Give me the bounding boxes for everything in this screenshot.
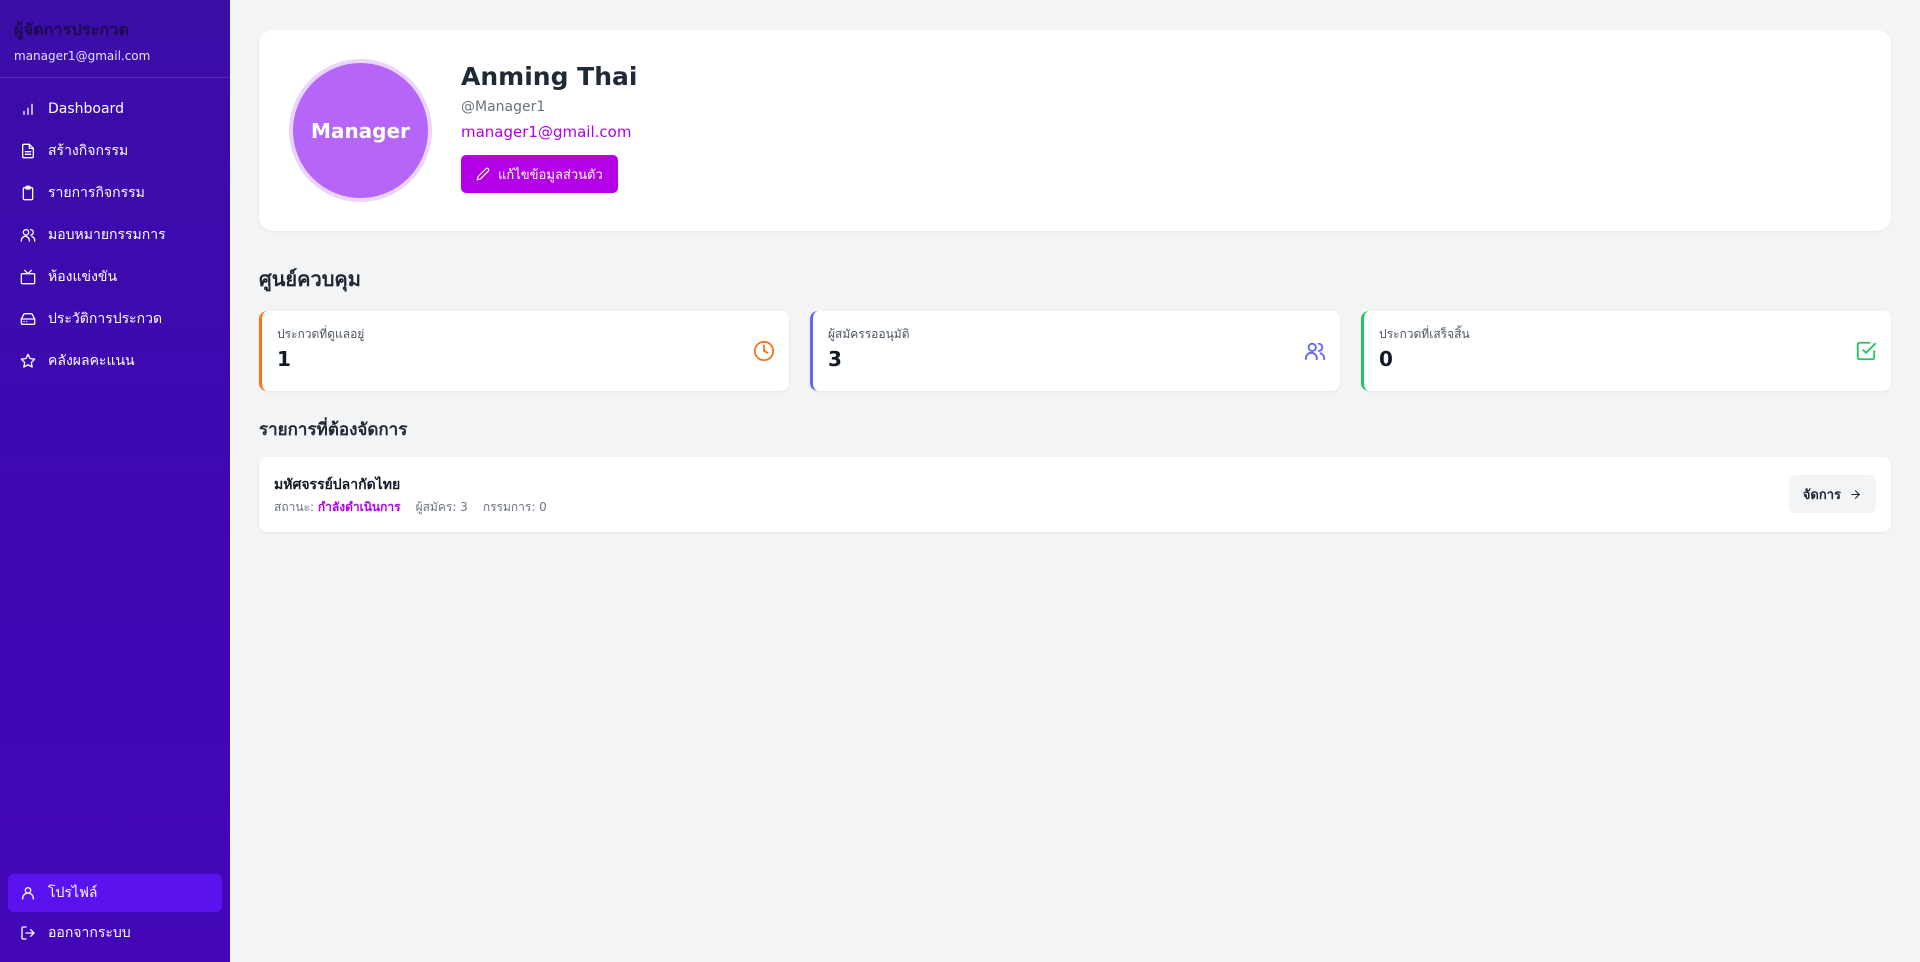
main-content: Manager Anming Thai @Manager1 manager1@g… bbox=[259, 30, 1891, 532]
tv-icon bbox=[20, 269, 36, 285]
task-applicants: ผู้สมัคร: 3 bbox=[415, 500, 468, 514]
logout-button[interactable]: ออกจากระบบ bbox=[8, 914, 222, 952]
profile-name: Anming Thai bbox=[461, 62, 638, 91]
sidebar-item-assign-judges[interactable]: มอบหมายกรรมการ bbox=[0, 214, 230, 256]
task-judges: กรรมการ: 0 bbox=[482, 500, 547, 514]
sidebar-item-label: โปรไฟล์ bbox=[48, 885, 98, 901]
dashboard-title: ศูนย์ควบคุม bbox=[259, 267, 361, 291]
sidebar-item-label: ห้องแข่งขัน bbox=[48, 269, 118, 285]
profile-info: Anming Thai @Manager1 manager1@gmail.com… bbox=[461, 62, 637, 193]
users-icon bbox=[20, 229, 36, 242]
profile-handle: @Manager1 bbox=[461, 99, 546, 115]
stat-card-active-contests: ประกวดที่ดูแลอยู่ 1 bbox=[259, 311, 789, 391]
edit-profile-button[interactable]: แก้ไขข้อมูลส่วนตัว bbox=[461, 155, 618, 193]
stats-row: ประกวดที่ดูแลอยู่ 1 ผู้สมัครรออนุมัติ 3 … bbox=[259, 311, 1891, 391]
users-icon bbox=[1304, 342, 1326, 361]
log-out-icon bbox=[21, 926, 35, 940]
stat-label: ประกวดที่ดูแลอยู่ bbox=[277, 327, 365, 341]
sidebar-email: manager1@gmail.com bbox=[14, 49, 151, 63]
sidebar-item-score-archive[interactable]: คลังผลคะแนน bbox=[0, 340, 230, 382]
clipboard-icon bbox=[22, 185, 34, 201]
sidebar-item-dashboard[interactable]: Dashboard bbox=[0, 88, 230, 130]
avatar: Manager bbox=[289, 59, 432, 202]
arrow-right-icon bbox=[1851, 489, 1860, 499]
manage-label: จัดการ bbox=[1802, 487, 1841, 503]
sidebar-bottom: โปรไฟล์ ออกจากระบบ bbox=[0, 874, 230, 962]
star-icon bbox=[20, 353, 36, 368]
archive-icon bbox=[20, 313, 36, 325]
sidebar-item-profile[interactable]: โปรไฟล์ bbox=[8, 874, 222, 912]
sidebar-item-history[interactable]: ประวัติการประกวด bbox=[0, 298, 230, 340]
clock-icon bbox=[753, 340, 775, 362]
sidebar-item-competition-room[interactable]: ห้องแข่งขัน bbox=[0, 256, 230, 298]
user-icon bbox=[22, 887, 34, 900]
stat-label: ประกวดที่เสร็จสิ้น bbox=[1379, 327, 1470, 341]
stat-label: ผู้สมัครรออนุมัติ bbox=[828, 327, 910, 341]
task-name: มหัศจรรย์ปลากัดไทย bbox=[274, 477, 401, 493]
file-text-icon bbox=[22, 143, 34, 159]
sidebar-nav: Dashboard สร้างกิจกรรม รายการกิจกรรม มอบ… bbox=[0, 78, 230, 382]
sidebar-item-create-activity[interactable]: สร้างกิจกรรม bbox=[0, 130, 230, 172]
profile-card: Manager Anming Thai @Manager1 manager1@g… bbox=[259, 30, 1891, 231]
sidebar-item-activity-list[interactable]: รายการกิจกรรม bbox=[0, 172, 230, 214]
sidebar-item-label: มอบหมายกรรมการ bbox=[48, 227, 166, 243]
bar-chart-icon bbox=[23, 103, 33, 115]
task-status-group: สถานะ: กำลังดำเนินการ bbox=[274, 498, 401, 517]
edit-profile-label: แก้ไขข้อมูลส่วนตัว bbox=[498, 167, 603, 183]
manage-button[interactable]: จัดการ bbox=[1788, 475, 1876, 513]
stat-card-pending-applicants: ผู้สมัครรออนุมัติ 3 bbox=[810, 311, 1340, 391]
tasks-title: รายการที่ต้องจัดการ bbox=[259, 420, 408, 440]
task-status-prefix: สถานะ: bbox=[274, 500, 315, 514]
sidebar-item-label: Dashboard bbox=[48, 101, 124, 117]
sidebar-item-label: รายการกิจกรรม bbox=[48, 185, 145, 201]
stat-card-completed-contests: ประกวดที่เสร็จสิ้น 0 bbox=[1361, 311, 1891, 391]
sidebar-item-label: ประวัติการประกวด bbox=[48, 311, 163, 327]
sidebar-item-label: คลังผลคะแนน bbox=[48, 353, 135, 369]
status-badge: กำลังดำเนินการ bbox=[317, 500, 401, 514]
sidebar-item-label: ออกจากระบบ bbox=[48, 925, 131, 941]
list-item: มหัศจรรย์ปลากัดไทย สถานะ: กำลังดำเนินการ… bbox=[259, 457, 1891, 532]
sidebar-item-label: สร้างกิจกรรม bbox=[48, 143, 129, 159]
avatar-text: Manager bbox=[311, 118, 410, 143]
sidebar-header: ผู้จัดการประกวด manager1@gmail.com bbox=[0, 0, 230, 78]
sidebar-title: ผู้จัดการประกวด bbox=[14, 20, 130, 39]
sidebar: ผู้จัดการประกวด manager1@gmail.com Dashb… bbox=[0, 0, 230, 962]
task-meta: สถานะ: กำลังดำเนินการ ผู้สมัคร: 3 กรรมกา… bbox=[274, 498, 547, 517]
stat-value: 0 bbox=[1379, 347, 1393, 371]
stat-value: 1 bbox=[277, 347, 291, 371]
check-square-icon bbox=[1856, 341, 1877, 361]
profile-email[interactable]: manager1@gmail.com bbox=[461, 123, 637, 141]
pencil-icon bbox=[476, 167, 490, 181]
stat-value: 3 bbox=[828, 347, 842, 371]
